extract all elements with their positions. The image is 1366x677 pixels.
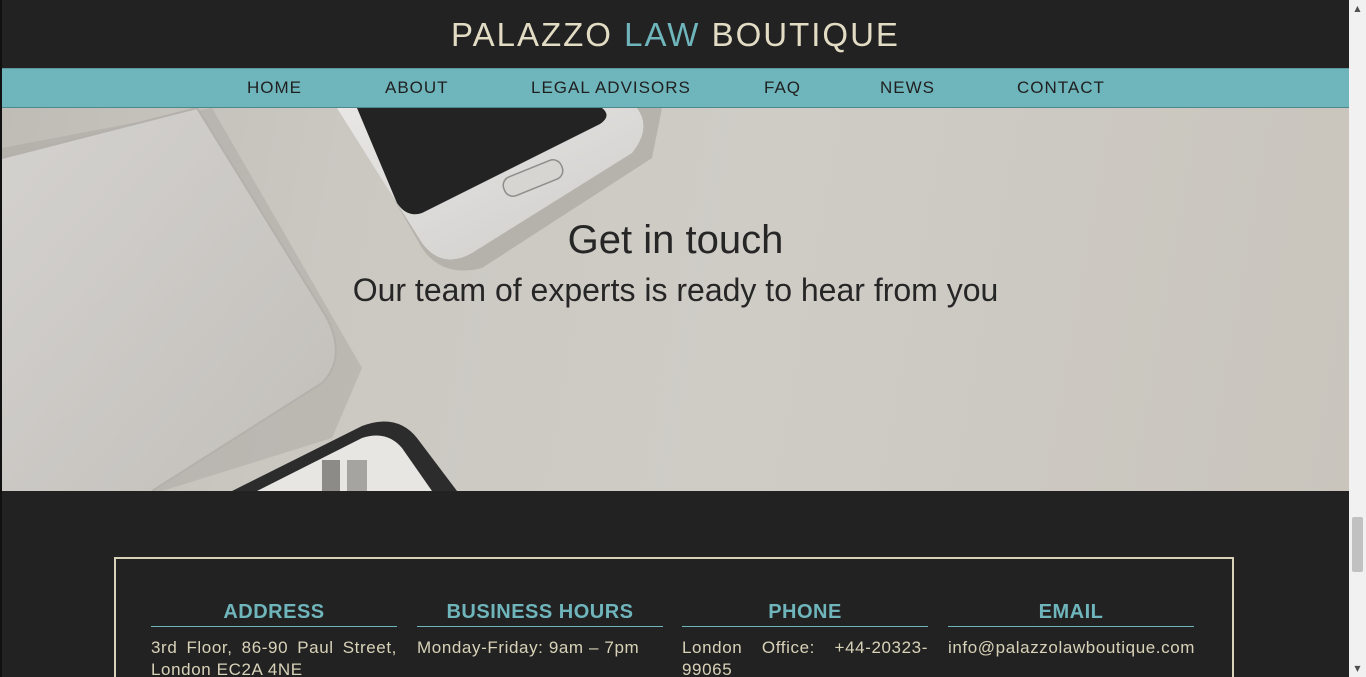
hero-title: Get in touch <box>567 218 784 262</box>
logo-text-boutique: BOUTIQUE <box>700 16 900 53</box>
address-text: 3rd Floor, 86-90 Paul Street, London EC2… <box>151 638 397 677</box>
scroll-down-arrow-icon[interactable]: ▼ <box>1349 660 1366 677</box>
site-logo[interactable]: PALAZZO LAW BOUTIQUE <box>451 16 900 54</box>
main-nav: HOME ABOUT LEGAL ADVISORS FAQ NEWS CONTA… <box>2 68 1349 108</box>
hours-text: Monday-Friday: 9am – 7pm <box>417 638 640 657</box>
nav-news[interactable]: NEWS <box>880 78 935 98</box>
address-column: ADDRESS 3rd Floor, 86-90 Paul Street, Lo… <box>151 601 397 677</box>
site-header: PALAZZO LAW BOUTIQUE <box>2 0 1349 68</box>
email-link[interactable]: info@palazzolawboutique.com <box>948 637 1194 659</box>
nav-home[interactable]: HOME <box>247 78 302 98</box>
nav-legal-advisors[interactable]: LEGAL ADVISORS <box>531 78 691 98</box>
nav-faq[interactable]: FAQ <box>764 78 801 98</box>
phone-text[interactable]: London Office: +44-20323-99065 <box>682 637 928 677</box>
scroll-up-arrow-icon[interactable]: ▲ <box>1349 0 1366 17</box>
scrollbar-thumb[interactable] <box>1352 517 1363 572</box>
hours-heading: BUSINESS HOURS <box>417 601 663 627</box>
email-column: EMAIL info@palazzolawboutique.com <box>948 601 1194 659</box>
address-heading: ADDRESS <box>151 601 397 627</box>
nav-about[interactable]: ABOUT <box>385 78 449 98</box>
hero-banner: Get in touch Our team of experts is read… <box>2 108 1349 491</box>
phone-column: PHONE London Office: +44-20323-99065 <box>682 601 928 677</box>
logo-text-law: LAW <box>624 16 701 53</box>
hours-column: BUSINESS HOURS Monday-Friday: 9am – 7pm <box>417 601 663 659</box>
phone-heading: PHONE <box>682 601 928 627</box>
contact-info-box: ADDRESS 3rd Floor, 86-90 Paul Street, Lo… <box>114 557 1234 677</box>
page: PALAZZO LAW BOUTIQUE HOME ABOUT LEGAL AD… <box>2 0 1349 677</box>
hero-subtitle: Our team of experts is ready to hear fro… <box>352 272 999 308</box>
vertical-scrollbar[interactable]: ▲ ▼ <box>1349 0 1366 677</box>
logo-text-palazzo: PALAZZO <box>451 16 625 53</box>
nav-contact[interactable]: CONTACT <box>1017 78 1105 98</box>
email-heading: EMAIL <box>948 601 1194 627</box>
